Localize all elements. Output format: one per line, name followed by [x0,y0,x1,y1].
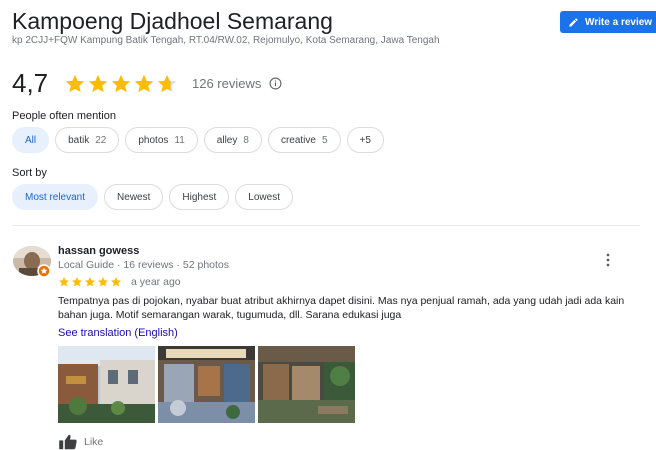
star-icon [111,74,131,92]
reviews-count-link[interactable]: 126 reviews [192,76,261,91]
sort-option-most-relevant[interactable]: Most relevant [12,184,99,210]
mention-chip-creative[interactable]: creative 5 [267,127,341,153]
star-icon [88,74,108,92]
sort-option-highest[interactable]: Highest [169,184,230,210]
mentions-chips: All batik 22 photos 11 alley 8 creative 5 +5 [12,127,384,153]
see-translation-link[interactable]: See translation (English) [58,327,178,339]
write-review-label: Write a review [585,16,653,28]
avatar[interactable] [13,246,51,278]
place-title: Kampoeng Djadhoel Semarang [12,8,333,34]
review-text: Tempatnya pas di pojokan, nyabar buat at… [58,295,625,321]
divider [12,225,640,226]
rating-stars [64,73,178,95]
info-icon[interactable] [269,77,282,90]
review-photo[interactable] [258,346,355,423]
like-button[interactable]: Like [58,434,103,450]
chip-label: Most relevant [25,191,86,203]
star-icon [111,277,121,287]
mentions-label: People often mention [12,110,116,122]
mention-chip--5[interactable]: +5 [346,127,384,153]
chip-count: 11 [174,134,185,146]
chip-count: 22 [95,134,107,146]
sort-chips: Most relevant Newest Highest Lowest [12,184,293,210]
chip-count: 8 [243,134,249,146]
sort-label: Sort by [12,167,47,179]
chip-label: All [25,134,37,146]
chip-label: +5 [359,134,371,146]
chip-count: 5 [321,134,328,146]
star-icon [59,277,69,287]
review-photo[interactable] [158,346,255,423]
place-address: kp 2CJJ+FQW Kampung Batik Tengah, RT.04/… [12,35,440,46]
like-label: Like [84,436,104,448]
star-icon [157,74,177,92]
review-photos [58,346,355,423]
review-rating: a year ago [58,276,181,288]
chip-label: Lowest [248,191,280,203]
sort-option-lowest[interactable]: Lowest [235,184,293,210]
rating-summary: 4,7 126 reviews [12,68,282,99]
star-icon [134,74,154,92]
write-review-button[interactable]: Write a review [560,11,656,33]
star-icon [98,277,108,287]
thumbs-up-icon [59,434,77,450]
chip-label: Highest [182,191,217,203]
mention-chip-photos[interactable]: photos 11 [125,127,198,153]
review-author[interactable]: hassan gowess [58,245,139,257]
review-photo[interactable] [58,346,155,423]
mention-chip-all[interactable]: All [12,127,50,153]
mention-chip-batik[interactable]: batik 22 [55,127,120,153]
pencil-icon [569,17,578,27]
star-icon [65,74,85,92]
chip-label: creative [280,134,316,146]
chip-label: photos [138,134,169,146]
sort-option-newest[interactable]: Newest [104,184,164,210]
chip-label: batik [68,134,90,146]
mention-chip-alley[interactable]: alley 8 [203,127,262,153]
more-vert-icon[interactable] [603,252,613,268]
rating-value: 4,7 [12,68,49,98]
star-icon [85,277,95,287]
chip-label: Newest [117,191,151,203]
star-icon [72,277,82,287]
chip-label: alley [216,134,238,146]
review-author-meta: Local Guide · 16 reviews · 52 photos [58,259,230,271]
review-date: a year ago [131,276,181,288]
